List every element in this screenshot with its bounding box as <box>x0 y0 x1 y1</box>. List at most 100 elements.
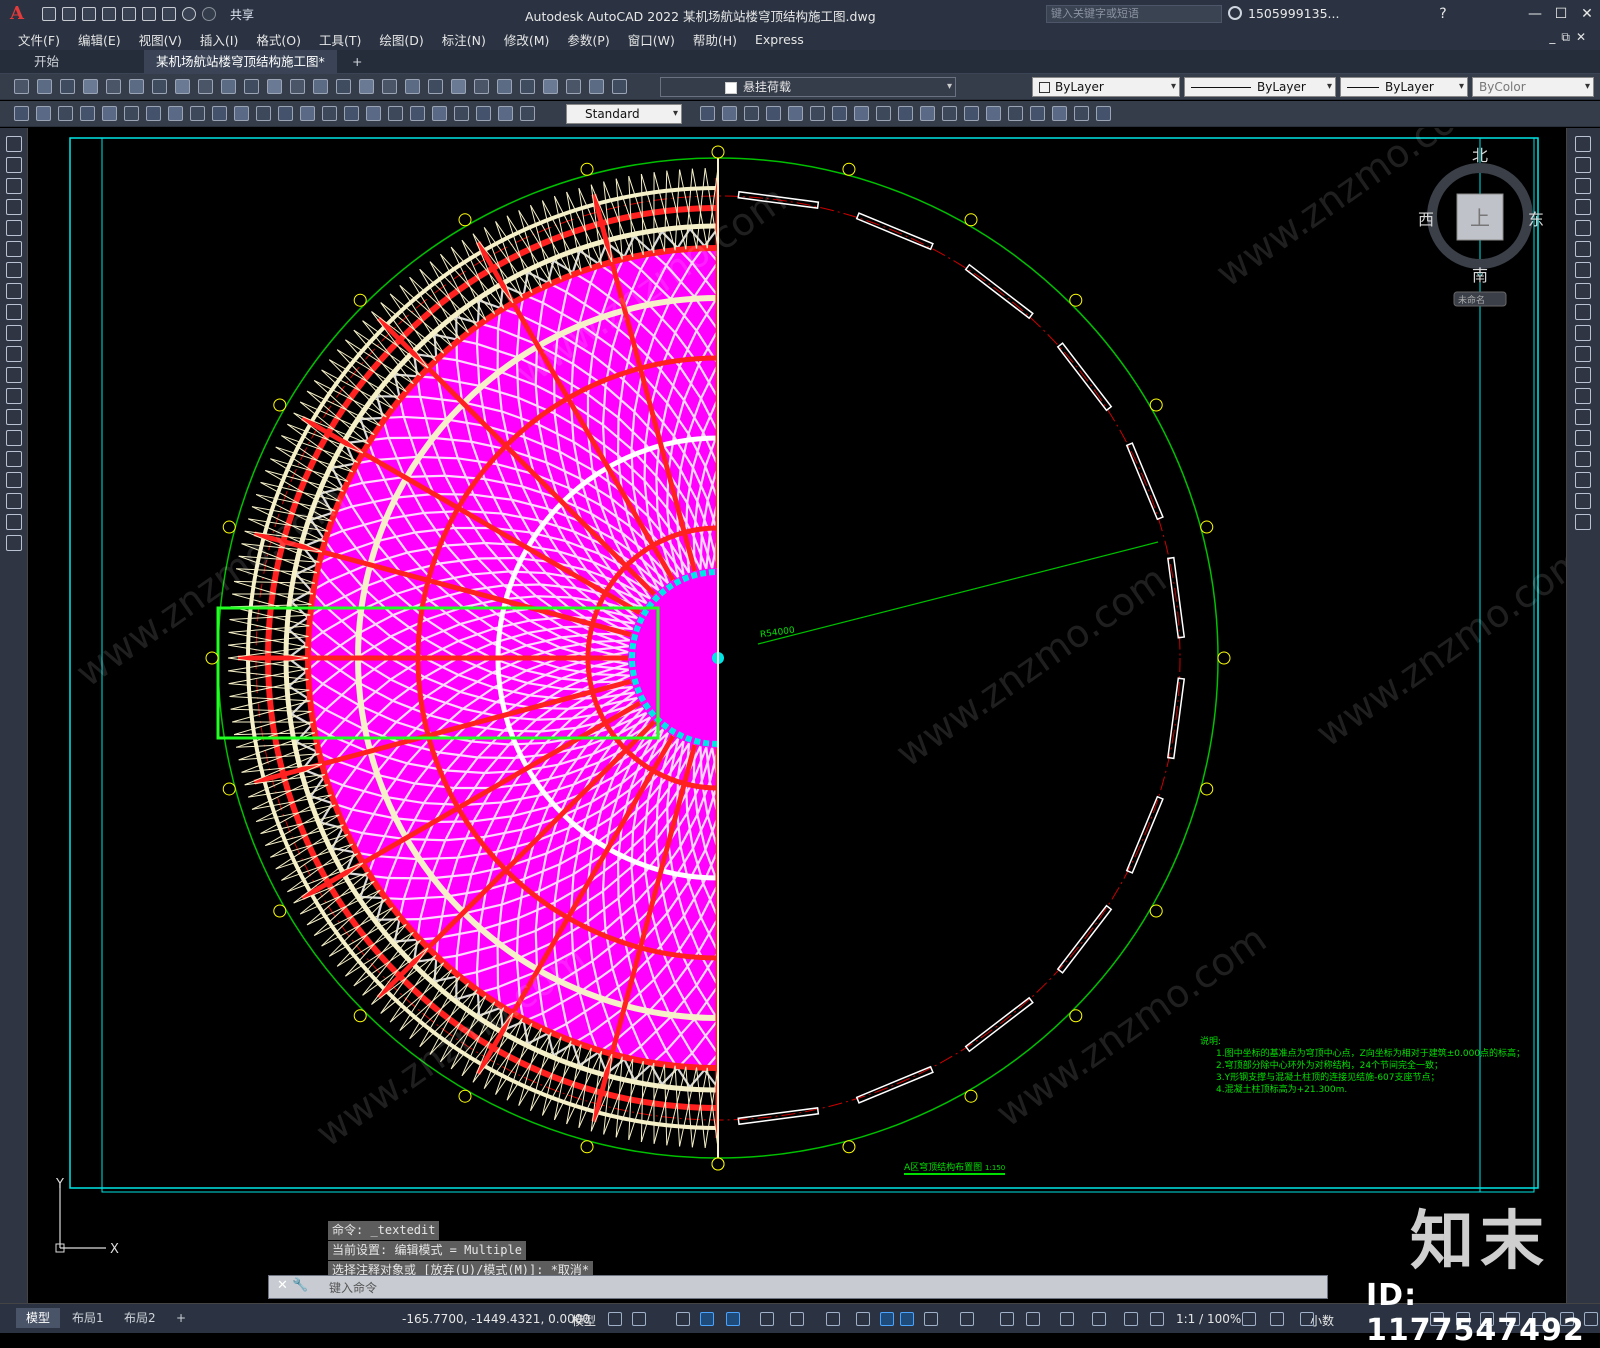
dim-tool-10-icon[interactable] <box>234 106 249 121</box>
modify-tool-7-icon[interactable] <box>1575 283 1591 299</box>
modify-tool-13-icon[interactable] <box>1575 409 1591 425</box>
color-dropdown[interactable]: ByLayer▾ <box>1032 77 1180 97</box>
standard-tool-25-icon[interactable] <box>589 79 604 94</box>
dim-tool-17-icon[interactable] <box>388 106 403 121</box>
dim-tool-29-icon[interactable] <box>810 106 825 121</box>
close-command-icon[interactable]: ✕ 🔧 <box>277 1278 308 1293</box>
viewcube-north[interactable]: 北 <box>1472 142 1488 166</box>
save-icon[interactable] <box>82 7 96 21</box>
tab-drawing[interactable]: 某机场航站楼穹顶结构施工图* <box>144 50 337 74</box>
standard-tool-2-icon[interactable] <box>60 79 75 94</box>
draw-tool-4-icon[interactable] <box>6 220 22 236</box>
coordinate-readout[interactable]: -165.7700, -1449.4321, 0.0000 <box>402 1312 590 1326</box>
draw-tool-7-icon[interactable] <box>6 283 22 299</box>
dim-tool-36-icon[interactable] <box>964 106 979 121</box>
dim-tool-20-icon[interactable] <box>454 106 469 121</box>
standard-tool-24-icon[interactable] <box>566 79 581 94</box>
draw-tool-13-icon[interactable] <box>6 409 22 425</box>
dim-tool-9-icon[interactable] <box>212 106 227 121</box>
menu-item-11[interactable]: 帮助(H) <box>693 30 737 49</box>
dim-tool-30-icon[interactable] <box>832 106 847 121</box>
modify-tool-2-icon[interactable] <box>1575 178 1591 194</box>
draw-tool-19-icon[interactable] <box>6 535 22 551</box>
dim-tool-12-icon[interactable] <box>278 106 293 121</box>
draw-tool-14-icon[interactable] <box>6 430 22 446</box>
standard-tool-10-icon[interactable] <box>244 79 259 94</box>
dim-tool-35-icon[interactable] <box>942 106 957 121</box>
status-toggle-13-icon[interactable] <box>1000 1312 1014 1326</box>
standard-tool-0-icon[interactable] <box>14 79 29 94</box>
dim-tool-15-icon[interactable] <box>344 106 359 121</box>
standard-tool-3-icon[interactable] <box>83 79 98 94</box>
dim-tool-21-icon[interactable] <box>476 106 491 121</box>
status-toggle-14-icon[interactable] <box>1026 1312 1040 1326</box>
dim-tool-42-icon[interactable] <box>1096 106 1111 121</box>
modify-tool-8-icon[interactable] <box>1575 304 1591 320</box>
status-toggle-5-icon[interactable] <box>760 1312 774 1326</box>
plot-icon[interactable] <box>162 7 176 21</box>
standard-tool-16-icon[interactable] <box>382 79 397 94</box>
viewcube-south[interactable]: 南 <box>1472 262 1488 286</box>
units-display[interactable]: 小数 <box>1310 1312 1334 1329</box>
dim-tool-34-icon[interactable] <box>920 106 935 121</box>
standard-tool-26-icon[interactable] <box>612 79 627 94</box>
dim-tool-37-icon[interactable] <box>986 106 1001 121</box>
new-icon[interactable] <box>42 7 56 21</box>
close-button[interactable]: ✕ <box>1576 3 1598 25</box>
draw-tool-12-icon[interactable] <box>6 388 22 404</box>
menu-item-2[interactable]: 视图(V) <box>139 30 182 49</box>
dim-tool-39-icon[interactable] <box>1030 106 1045 121</box>
menu-item-6[interactable]: 绘图(D) <box>379 30 423 49</box>
menu-item-5[interactable]: 工具(T) <box>319 30 361 49</box>
drawing-canvas[interactable]: www.znzmo.comwww.znzmo.comwww.znzmo.comw… <box>28 128 1566 1303</box>
dim-tool-0-icon[interactable] <box>14 106 29 121</box>
standard-tool-13-icon[interactable] <box>313 79 328 94</box>
draw-tool-15-icon[interactable] <box>6 451 22 467</box>
menu-item-8[interactable]: 修改(M) <box>504 30 550 49</box>
dim-tool-13-icon[interactable] <box>300 106 315 121</box>
dim-tool-6-icon[interactable] <box>146 106 161 121</box>
modify-tool-4-icon[interactable] <box>1575 220 1591 236</box>
share-button[interactable]: 共享 <box>230 6 254 23</box>
dim-tool-8-icon[interactable] <box>190 106 205 121</box>
new-tab-button[interactable]: + <box>340 50 374 74</box>
ucs-menu[interactable]: 未命名 <box>1458 293 1485 306</box>
modify-tool-17-icon[interactable] <box>1575 493 1591 509</box>
undo-icon[interactable] <box>182 7 196 21</box>
status-toggle-15-icon[interactable] <box>1060 1312 1074 1326</box>
annotation-scale[interactable]: 1:1 / 100% <box>1176 1312 1241 1326</box>
search-input[interactable]: 键入关键字或短语 <box>1046 5 1222 23</box>
status-toggle-0-icon[interactable] <box>608 1312 622 1326</box>
status-toggle-1-icon[interactable] <box>632 1312 646 1326</box>
draw-tool-8-icon[interactable] <box>6 304 22 320</box>
dim-tool-11-icon[interactable] <box>256 106 271 121</box>
dim-tool-25-icon[interactable] <box>722 106 737 121</box>
modify-tool-6-icon[interactable] <box>1575 262 1591 278</box>
standard-tool-19-icon[interactable] <box>451 79 466 94</box>
menu-item-7[interactable]: 标注(N) <box>442 30 486 49</box>
standard-tool-7-icon[interactable] <box>175 79 190 94</box>
standard-tool-5-icon[interactable] <box>129 79 144 94</box>
status-toggle-4-icon[interactable] <box>726 1312 740 1326</box>
dim-tool-33-icon[interactable] <box>898 106 913 121</box>
modify-tool-16-icon[interactable] <box>1575 472 1591 488</box>
status-toggle-8-icon[interactable] <box>856 1312 870 1326</box>
status-toggle-12-icon[interactable] <box>960 1312 974 1326</box>
dim-tool-31-icon[interactable] <box>854 106 869 121</box>
draw-tool-0-icon[interactable] <box>6 136 22 152</box>
menu-item-10[interactable]: 窗口(W) <box>628 30 675 49</box>
draw-tool-11-icon[interactable] <box>6 367 22 383</box>
dim-tool-3-icon[interactable] <box>80 106 95 121</box>
draw-tool-17-icon[interactable] <box>6 493 22 509</box>
status-toggle-10-icon[interactable] <box>900 1312 914 1326</box>
dim-tool-4-icon[interactable] <box>102 106 117 121</box>
modify-tool-10-icon[interactable] <box>1575 346 1591 362</box>
dim-tool-32-icon[interactable] <box>876 106 891 121</box>
tab-start[interactable]: 开始 <box>22 50 71 74</box>
draw-tool-3-icon[interactable] <box>6 199 22 215</box>
status-toggle-18-icon[interactable] <box>1150 1312 1164 1326</box>
menu-item-9[interactable]: 参数(P) <box>567 30 609 49</box>
dim-tool-24-icon[interactable] <box>700 106 715 121</box>
modify-tool-9-icon[interactable] <box>1575 325 1591 341</box>
modify-tool-14-icon[interactable] <box>1575 430 1591 446</box>
